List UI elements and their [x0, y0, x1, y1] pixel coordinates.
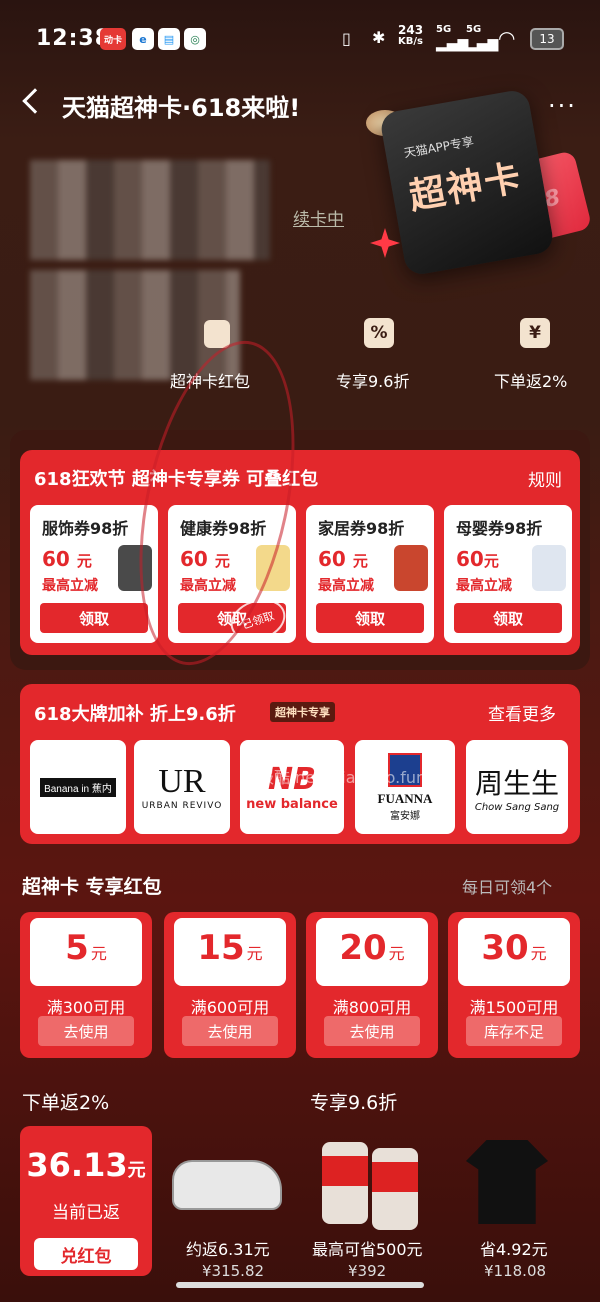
- brand-bananain[interactable]: Banana in 蕉内: [30, 740, 126, 834]
- red-packet-title: 超神卡 专享红包: [22, 876, 162, 898]
- red-packet-card: 5元 满300可用 去使用: [20, 912, 152, 1058]
- exclusive-tag: 超神卡专享: [270, 702, 335, 722]
- signal-bars-icon: ▂▄▆: [436, 36, 469, 52]
- coupon-card: 母婴券98折 60元 最高立减 领取: [444, 505, 572, 643]
- discount-title: 专享9.6折: [310, 1092, 398, 1114]
- tshirt-image[interactable]: [466, 1140, 548, 1224]
- claim-button[interactable]: 领取: [454, 603, 562, 633]
- more-icon[interactable]: ···: [548, 92, 577, 120]
- brand-section-title: 618大牌加补 折上9.6折: [34, 704, 236, 725]
- red-packet-card: 15 元 满600可用 去使用: [164, 912, 296, 1058]
- supplement-bottle-image[interactable]: [322, 1142, 368, 1224]
- star-decoration: [370, 228, 400, 258]
- signal-bars-icon: ▂▄▆: [466, 36, 499, 52]
- red-packet-card: 30 元 满1500可用 库存不足: [448, 912, 580, 1058]
- use-button[interactable]: 去使用: [324, 1016, 420, 1046]
- watermark: 线报酷 new.xianbao.fun: [242, 768, 427, 787]
- home-indicator[interactable]: [176, 1282, 424, 1288]
- product-price: ¥118.08: [484, 1262, 547, 1280]
- browser-icon: e: [132, 28, 154, 50]
- coupon-card: 家居券98折 60 元 最高立减 领取: [306, 505, 434, 643]
- wifi-icon: ◠: [498, 26, 516, 50]
- avatar-blur: [30, 160, 270, 260]
- red-packet-icon[interactable]: [204, 320, 230, 348]
- net-speed: 243 KB/s: [398, 23, 424, 47]
- cashback-card: 36.13元 当前已返 兑红包: [20, 1126, 152, 1276]
- bank-icon: ◎: [184, 28, 206, 50]
- product-label: 最高可省500元: [312, 1240, 423, 1259]
- perk-discount[interactable]: 专享9.6折: [336, 368, 409, 392]
- claim-button[interactable]: 领取: [316, 603, 424, 633]
- battery-indicator: 13: [530, 28, 564, 50]
- back-icon[interactable]: [22, 88, 48, 114]
- percent-icon[interactable]: %: [364, 318, 394, 348]
- use-button[interactable]: 去使用: [182, 1016, 278, 1046]
- bluetooth-icon: ✱: [372, 28, 386, 47]
- baby-product-image: [532, 545, 566, 591]
- super-card-image: 天猫APP专享 超神卡: [378, 88, 556, 277]
- perk-cashback[interactable]: 下单返2%: [494, 368, 567, 392]
- product-label: 省4.92元: [480, 1240, 548, 1259]
- claim-button[interactable]: 领取: [40, 603, 148, 633]
- red-packet-daily: 每日可领4个: [462, 878, 553, 897]
- product-label: 约返6.31元: [186, 1240, 270, 1259]
- renew-link[interactable]: 续卡中: [293, 205, 344, 230]
- card-big-text: 超神卡: [406, 157, 526, 218]
- vibrate-icon: ▯: [342, 29, 351, 48]
- red-packet-card: 20 元 满800可用 去使用: [306, 912, 438, 1058]
- product-price: ¥392: [348, 1262, 387, 1280]
- out-of-stock-button[interactable]: 库存不足: [466, 1016, 562, 1046]
- redeem-button[interactable]: 兑红包: [34, 1238, 138, 1270]
- use-button[interactable]: 去使用: [38, 1016, 134, 1046]
- product-price: ¥315.82: [202, 1262, 265, 1280]
- see-more-link[interactable]: 查看更多: [488, 700, 556, 725]
- rule-link[interactable]: 规则: [528, 466, 562, 491]
- shoe-image[interactable]: [172, 1160, 282, 1210]
- yuan-icon[interactable]: ¥: [520, 318, 550, 348]
- home-product-image: [394, 545, 428, 591]
- page-title: 天猫超神卡·618来啦!: [62, 94, 301, 122]
- cashback-title: 下单返2%: [22, 1092, 110, 1114]
- notes-icon: ▤: [158, 28, 180, 50]
- brand-chowsangsang[interactable]: 周生生 Chow Sang Sang: [466, 740, 568, 834]
- signal-2: 5G: [466, 24, 482, 35]
- supplement-bottle-image[interactable]: [372, 1148, 418, 1230]
- signal-1: 5G: [436, 24, 452, 35]
- app-badge-icon: 动卡: [100, 28, 126, 50]
- brand-urbanrevivo[interactable]: UR URBAN REVIVO: [134, 740, 230, 834]
